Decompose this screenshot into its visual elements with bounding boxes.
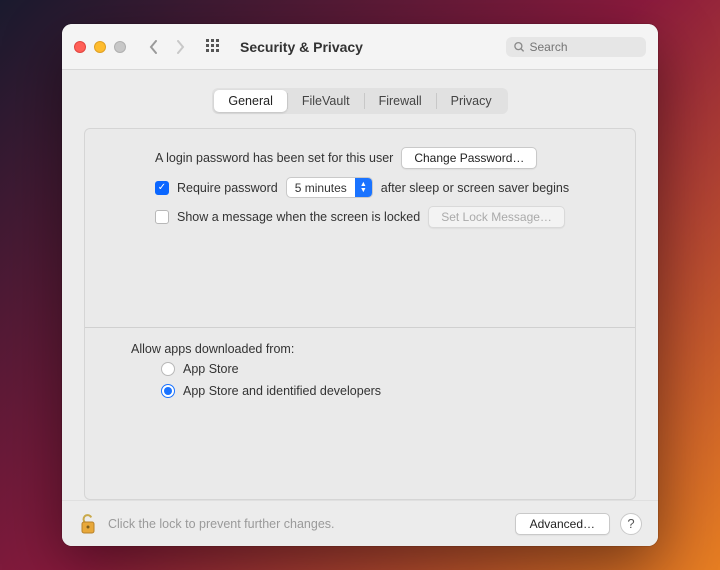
window-controls	[74, 41, 126, 53]
require-password-label-post: after sleep or screen saver begins	[381, 181, 569, 195]
search-input[interactable]	[530, 40, 639, 54]
help-button[interactable]: ?	[620, 513, 642, 535]
close-window-button[interactable]	[74, 41, 86, 53]
search-field[interactable]	[506, 37, 646, 57]
content-area: General FileVault Firewall Privacy A log…	[62, 70, 658, 500]
back-button[interactable]	[144, 35, 164, 59]
require-password-delay-value: 5 minutes	[287, 181, 355, 195]
search-icon	[514, 41, 525, 53]
show-all-icon[interactable]	[204, 37, 224, 57]
footer: Click the lock to prevent further change…	[62, 500, 658, 546]
show-lock-message-checkbox[interactable]	[155, 210, 169, 224]
set-lock-message-button: Set Lock Message…	[428, 206, 565, 228]
minimize-window-button[interactable]	[94, 41, 106, 53]
tab-firewall[interactable]: Firewall	[365, 90, 436, 112]
window-title: Security & Privacy	[240, 39, 363, 55]
change-password-button[interactable]: Change Password…	[401, 147, 537, 169]
tab-bar: General FileVault Firewall Privacy	[212, 88, 507, 114]
allow-identified-radio[interactable]	[161, 384, 175, 398]
allow-identified-label: App Store and identified developers	[183, 384, 381, 398]
zoom-window-button	[114, 41, 126, 53]
tab-privacy[interactable]: Privacy	[437, 90, 506, 112]
lock-icon[interactable]	[78, 513, 98, 535]
nav-buttons	[144, 35, 190, 59]
titlebar: Security & Privacy	[62, 24, 658, 70]
lock-text: Click the lock to prevent further change…	[108, 517, 335, 531]
tab-filevault[interactable]: FileVault	[288, 90, 364, 112]
require-password-delay-select[interactable]: 5 minutes ▲▼	[286, 177, 373, 198]
require-password-label-pre: Require password	[177, 181, 278, 195]
allow-appstore-label: App Store	[183, 362, 239, 376]
preferences-window: Security & Privacy General FileVault Fir…	[62, 24, 658, 546]
general-panel: A login password has been set for this u…	[84, 128, 636, 500]
allow-appstore-radio[interactable]	[161, 362, 175, 376]
tab-general[interactable]: General	[214, 90, 286, 112]
forward-button[interactable]	[170, 35, 190, 59]
panel-divider	[85, 327, 635, 328]
allow-apps-heading: Allow apps downloaded from:	[131, 342, 294, 356]
advanced-button[interactable]: Advanced…	[515, 513, 610, 535]
show-lock-message-label: Show a message when the screen is locked	[177, 210, 420, 224]
login-password-text: A login password has been set for this u…	[155, 151, 393, 165]
chevron-updown-icon: ▲▼	[355, 178, 372, 197]
require-password-checkbox[interactable]: ✓	[155, 181, 169, 195]
